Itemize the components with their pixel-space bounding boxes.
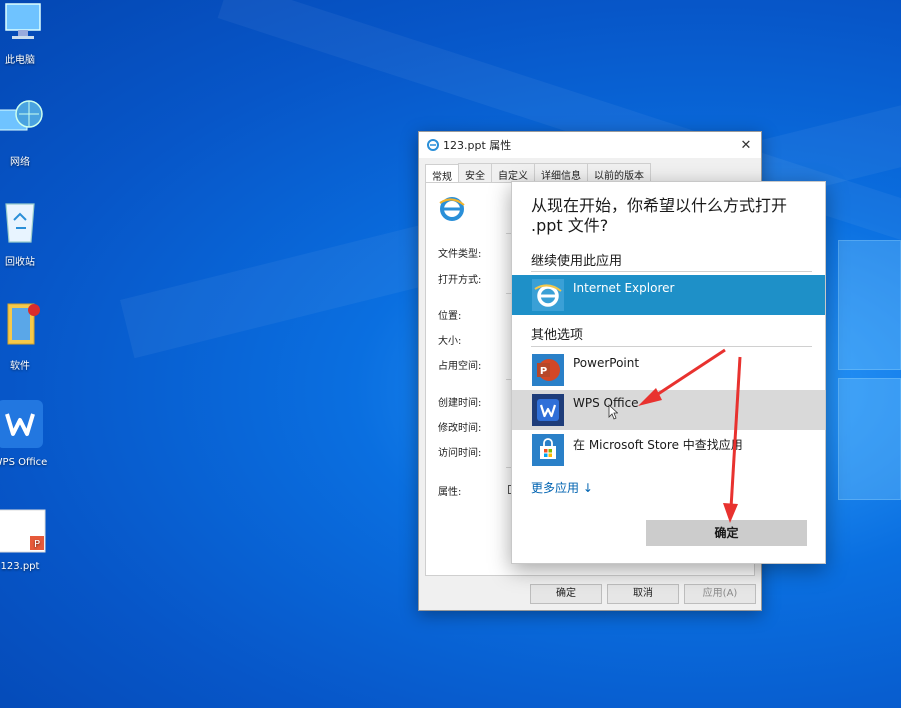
app-option-microsoft-store[interactable]: 在 Microsoft Store 中查找应用 [512, 430, 825, 470]
ie-file-icon [439, 197, 465, 221]
app-option-powerpoint[interactable]: P PowerPoint [512, 350, 825, 390]
wps-icon [532, 394, 564, 426]
label-size: 大小: [438, 336, 462, 347]
label-file-type: 文件类型: [438, 249, 482, 260]
label-attributes: 属性: [438, 487, 462, 498]
app-name: WPS Office [573, 396, 639, 410]
label-size-on-disk: 占用空间: [438, 361, 482, 372]
desktop-icon-wps-office[interactable]: WPS Office [0, 398, 55, 468]
folder-icon [7, 303, 40, 345]
network-icon [0, 100, 43, 131]
label-modified: 修改时间: [438, 423, 482, 434]
properties-ok-button[interactable]: 确定 [530, 584, 602, 604]
app-option-wps-office[interactable]: WPS Office [512, 390, 825, 430]
label-location: 位置: [438, 311, 462, 322]
more-apps-link[interactable]: 更多应用 ↓ [531, 479, 593, 496]
ppt-file-icon: P [0, 509, 46, 553]
tab-details[interactable]: 详细信息 [534, 163, 588, 182]
store-icon [532, 434, 564, 466]
ie-small-icon [427, 139, 439, 151]
properties-cancel-button[interactable]: 取消 [607, 584, 679, 604]
other-options-heading: 其他选项 [531, 328, 584, 343]
desktop-icon-label: 回收站 [5, 257, 35, 268]
app-name: 在 Microsoft Store 中查找应用 [573, 438, 743, 452]
desktop-icon-label: 软件 [10, 361, 30, 372]
keep-using-heading: 继续使用此应用 [531, 254, 623, 269]
desktop-icon-this-pc[interactable]: 此电脑 [0, 0, 55, 66]
desktop-icon-label: 123.ppt [0, 561, 40, 572]
mouse-cursor-icon [608, 404, 618, 420]
app-option-internet-explorer[interactable]: Internet Explorer [512, 275, 825, 315]
svg-text:P: P [34, 539, 40, 550]
wps-icon [0, 400, 43, 448]
label-open-with: 打开方式: [438, 275, 482, 286]
desktop-icon-recycle-bin[interactable]: 回收站 [0, 196, 55, 268]
tab-general[interactable]: 常规 [425, 164, 459, 183]
desktop-icon-label: 网络 [10, 157, 30, 168]
powerpoint-icon: P [532, 354, 564, 386]
desktop-icon-label: WPS Office [0, 457, 48, 468]
close-icon[interactable]: ✕ [731, 138, 761, 153]
separator [531, 346, 812, 347]
separator [531, 271, 812, 272]
windows-logo-backdrop [838, 240, 901, 500]
tab-custom[interactable]: 自定义 [491, 163, 535, 182]
properties-apply-button[interactable]: 应用(A) [684, 584, 756, 604]
desktop-icon-network[interactable]: 网络 [0, 96, 55, 168]
properties-title: 123.ppt 属性 [443, 139, 512, 152]
label-created: 创建时间: [438, 398, 482, 409]
properties-title-bar[interactable]: 123.ppt 属性 ✕ [419, 132, 761, 158]
ie-icon [532, 279, 564, 311]
open-with-dialog: 从现在开始，你希望以什么方式打开 .ppt 文件? 继续使用此应用 Intern… [511, 181, 826, 564]
app-name: Internet Explorer [573, 281, 675, 295]
computer-icon [5, 3, 41, 39]
tab-previous-versions[interactable]: 以前的版本 [587, 163, 651, 182]
open-with-ok-button[interactable]: 确定 [646, 520, 807, 546]
desktop-icon-label: 此电脑 [5, 55, 35, 66]
recycle-bin-icon [5, 203, 35, 243]
svg-text:P: P [540, 366, 547, 377]
tab-security[interactable]: 安全 [458, 163, 492, 182]
app-name: PowerPoint [573, 356, 640, 370]
desktop-icon-software-folder[interactable]: 软件 [0, 298, 55, 372]
open-with-title: 从现在开始，你希望以什么方式打开 .ppt 文件? [531, 196, 788, 235]
desktop-icon-ppt-file[interactable]: P 123.ppt [0, 508, 55, 572]
label-accessed: 访问时间: [438, 448, 482, 459]
properties-tabs: 常规 安全 自定义 详细信息 以前的版本 [419, 158, 761, 183]
